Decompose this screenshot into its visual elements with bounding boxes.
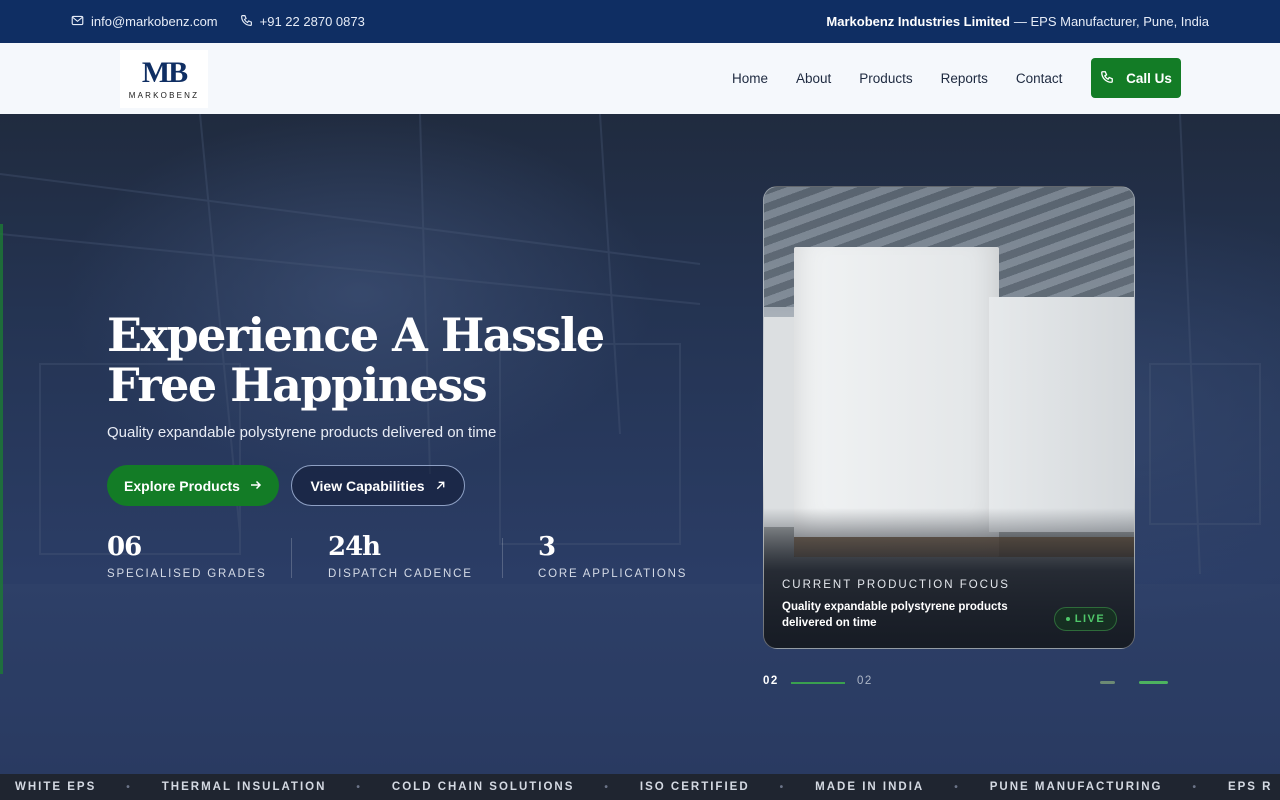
phone-icon: [1100, 70, 1114, 87]
current-slide: 02: [763, 675, 779, 687]
explore-products-label: Explore Products: [124, 477, 240, 494]
logo[interactable]: MB MARKOBENZ: [120, 50, 208, 108]
explore-products-button[interactable]: Explore Products: [107, 465, 279, 506]
nav-contact[interactable]: Contact: [1016, 71, 1063, 86]
dot-separator-icon: •: [126, 781, 132, 793]
card-text: Quality expandable polystyrene products …: [782, 601, 1008, 629]
arrow-right-icon: [250, 478, 262, 494]
call-us-button[interactable]: Call Us: [1091, 58, 1181, 98]
ticker-item: THERMAL INSULATION: [161, 781, 327, 793]
ticker-item: EPS R: [1227, 781, 1273, 793]
nav-products[interactable]: Products: [859, 71, 912, 86]
view-capabilities-button[interactable]: View Capabilities: [291, 465, 465, 506]
stat-dispatch: 24h DISPATCH CADENCE: [328, 532, 473, 580]
slide-progress-bar: [791, 682, 845, 684]
ticker-item: ISO CERTIFIED: [639, 781, 750, 793]
production-focus-card[interactable]: CURRENT PRODUCTION FOCUS Quality expanda…: [763, 186, 1135, 649]
live-badge: LIVE: [1054, 607, 1117, 631]
hero-title-line-2: Free Happiness: [107, 358, 488, 412]
company-tagline: — EPS Manufacturer, Pune, India: [1013, 14, 1209, 29]
eps-block-stack: [989, 297, 1134, 532]
stat-label: CORE APPLICATIONS: [538, 568, 688, 580]
stat-value: 3: [538, 532, 556, 562]
marquee-ticker: WHITE EPS • THERMAL INSULATION • COLD CHAI…: [0, 774, 1280, 800]
stat-grades: 06 SPECIALISED GRADES: [107, 532, 267, 580]
stat-divider: [291, 538, 292, 578]
email-link[interactable]: info@markobenz.com: [71, 14, 218, 30]
live-dot-icon: [1065, 617, 1070, 621]
card-label: CURRENT PRODUCTION FOCUS: [782, 579, 1010, 591]
mail-icon: [71, 14, 84, 30]
accent-line: [0, 224, 3, 674]
main-nav: MB MARKOBENZ Home About Products Reports…: [0, 43, 1280, 114]
stat-value: 06: [107, 532, 142, 562]
dot-separator-icon: •: [779, 781, 786, 793]
email-text: info@markobenz.com: [91, 14, 218, 29]
call-us-label: Call Us: [1126, 70, 1172, 86]
arrow-up-right-icon: [435, 478, 446, 494]
ticker-item: MADE IN INDIA: [815, 781, 925, 793]
dot-separator-icon: •: [356, 781, 362, 793]
hero-section: Experience A Hassle Free Happiness Quali…: [0, 114, 1280, 774]
ticker-item: PUNE MANUFACTURING: [989, 781, 1163, 793]
logo-text: MARKOBENZ: [128, 91, 200, 100]
company-info: Markobenz Industries Limited — EPS Manuf…: [826, 0, 1209, 43]
nav-home[interactable]: Home: [732, 71, 768, 86]
slide-dot-2[interactable]: [1139, 681, 1168, 684]
contact-info: info@markobenz.com +91 22 2870 0873: [71, 0, 365, 43]
nav-reports[interactable]: Reports: [941, 71, 988, 86]
nav-about[interactable]: About: [796, 71, 831, 86]
dot-separator-icon: •: [1192, 781, 1198, 793]
hero-title-line-1: Experience A Hassle: [107, 308, 605, 362]
stat-label: SPECIALISED GRADES: [107, 568, 267, 580]
view-capabilities-label: View Capabilities: [310, 477, 425, 494]
ticker-row: WHITE EPS • THERMAL INSULATION • COLD CHAI…: [15, 774, 1272, 800]
total-slides: 02: [857, 675, 873, 687]
ticker-item: COLD CHAIN SOLUTIONS: [391, 781, 575, 793]
stat-applications: 3 CORE APPLICATIONS: [538, 532, 687, 580]
dot-separator-icon: •: [954, 781, 960, 793]
slide-dot-1[interactable]: [1100, 681, 1115, 684]
dot-separator-icon: •: [604, 781, 610, 793]
ticker-item: WHITE EPS: [15, 781, 97, 793]
stat-label: DISPATCH CADENCE: [328, 568, 473, 580]
slide-pager: 02 02: [763, 675, 1173, 691]
nav-menu: Home About Products Reports Contact: [732, 43, 1062, 114]
phone-icon: [240, 14, 253, 30]
live-label: LIVE: [1074, 613, 1106, 625]
stat-value: 24h: [328, 532, 381, 562]
company-name: Markobenz Industries Limited: [826, 14, 1010, 29]
stat-divider: [502, 538, 503, 578]
hero-title: Experience A Hassle Free Happiness: [107, 310, 627, 410]
phone-link[interactable]: +91 22 2870 0873: [240, 14, 365, 30]
top-contact-bar: info@markobenz.com +91 22 2870 0873 Mark…: [0, 0, 1280, 43]
hero-subtitle: Quality expandable polystyrene products …: [107, 424, 497, 441]
phone-text: +91 22 2870 0873: [259, 14, 365, 29]
logo-mark: MB: [141, 56, 188, 89]
